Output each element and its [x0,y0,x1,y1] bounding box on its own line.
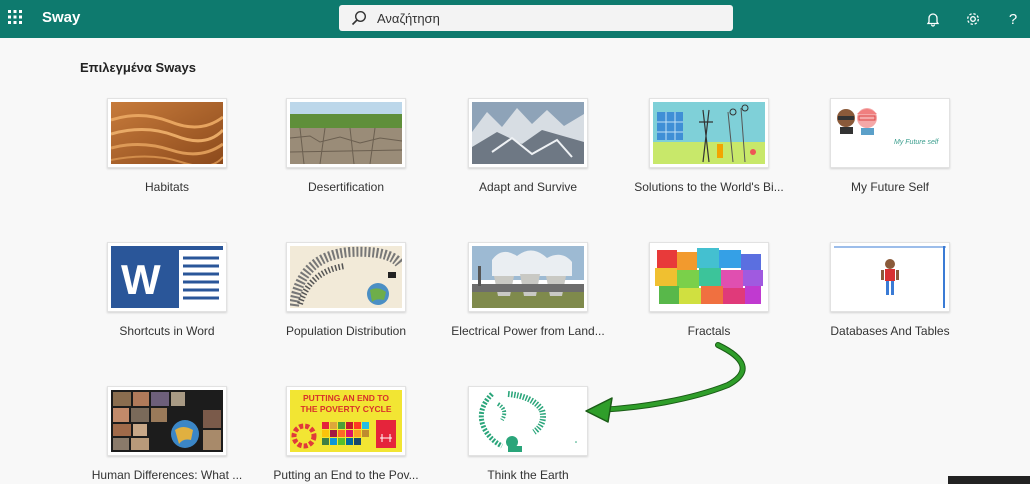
thumb-text: THE POVERTY CYCLE [301,404,392,414]
card-thumbnail [649,98,769,168]
sway-card[interactable]: Desertification [271,98,421,198]
sway-card[interactable]: Think the Earth [453,386,603,484]
app-title[interactable]: Sway [42,9,80,26]
card-title: Desertification [307,180,385,194]
card-title: Solutions to the World's Bi... [634,180,784,194]
sway-card[interactable]: Databases And Tables [815,242,965,342]
thumb-text: PUTTING AN END TO [303,393,389,403]
card-thumbnail [649,242,769,312]
card-title: Shortcuts in Word [119,324,215,338]
top-bar: Sway ? [0,0,1030,38]
card-title: Electrical Power from Land... [451,324,605,338]
search-input[interactable] [377,10,677,26]
sway-card[interactable]: Solutions to the World's Bi... [634,98,784,198]
sway-card[interactable]: Habitats [92,98,242,198]
waffle-icon[interactable] [8,10,22,24]
card-thumbnail: PUTTING AN END TO THE POVERTY CYCLE [286,386,406,456]
card-thumbnail [830,242,950,312]
card-thumbnail [468,386,588,456]
card-title: Fractals [687,324,731,338]
card-thumbnail [107,386,227,456]
card-thumbnail [468,242,588,312]
card-thumbnail [468,98,588,168]
sway-card[interactable]: Adapt and Survive [453,98,603,198]
card-title: Population Distribution [285,324,407,338]
corner-bar [948,476,1030,484]
thumb-text: W [121,256,161,303]
card-title: Databases And Tables [830,324,950,338]
help-icon[interactable]: ? [1003,9,1023,29]
sway-card[interactable]: Population Distribution [271,242,421,342]
card-thumbnail [107,98,227,168]
sway-card[interactable]: Fractals [634,242,784,342]
card-thumbnail: My Future self [830,98,950,168]
card-thumbnail [286,98,406,168]
card-title: My Future Self [850,180,930,194]
card-title: Think the Earth [487,468,569,482]
card-title: Human Differences: What ... [91,468,243,482]
bell-icon[interactable] [923,9,943,29]
search-box[interactable] [339,5,733,31]
card-title: Putting an End to the Pov... [273,468,419,482]
sway-card[interactable]: W Shortcuts in Word [92,242,242,342]
sway-card[interactable]: PUTTING AN END TO THE POVERTY CYCLE Putt… [271,386,421,484]
sway-card[interactable]: Electrical Power from Land... [451,242,605,342]
card-title: Adapt and Survive [478,180,578,194]
card-title: Habitats [144,180,190,194]
card-thumbnail: W [107,242,227,312]
gear-icon[interactable] [963,9,983,29]
search-icon [351,9,369,27]
sway-card[interactable]: Human Differences: What ... [92,386,242,484]
sway-card[interactable]: My Future self My Future Self [815,98,965,198]
section-title: Επιλεγμένα Sways [80,60,196,75]
card-thumbnail [286,242,406,312]
thumb-text: My Future self [894,139,939,146]
